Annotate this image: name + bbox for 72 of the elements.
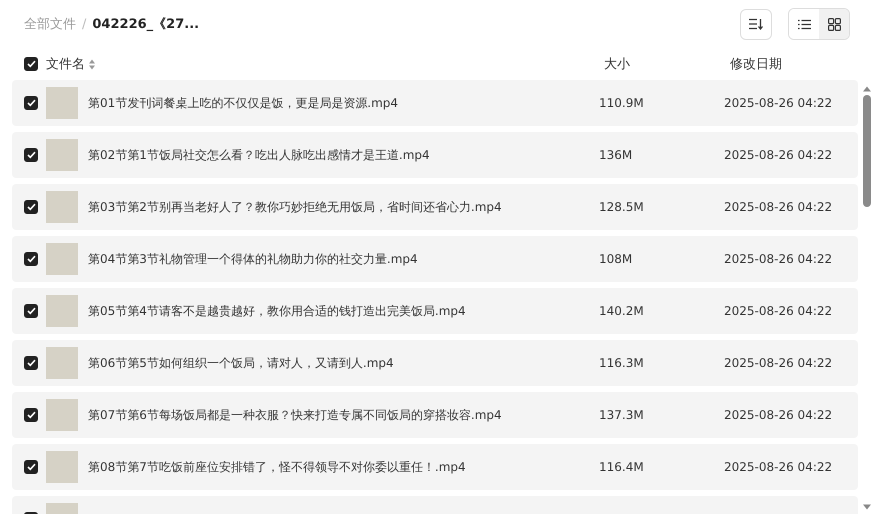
- video-thumbnail-placeholder: [46, 295, 78, 327]
- row-checkbox[interactable]: [24, 460, 38, 474]
- list-icon: [798, 18, 810, 30]
- file-row[interactable]: 第01节发刊词餐桌上吃的不仅仅是饭，更是局是资源.mp4 110.9M 2025-08-26 04:22: [12, 80, 858, 126]
- row-checkbox[interactable]: [24, 252, 38, 266]
- checkmark-icon: [26, 307, 36, 315]
- file-size: 116.4M: [599, 460, 644, 474]
- breadcrumb-separator: /: [82, 16, 86, 32]
- video-thumbnail-placeholder: [46, 347, 78, 379]
- file-row[interactable]: 第07节第6节每场饭局都是一种衣服？快来打造专属不同饭局的穿搭妆容.mp4 137.3M 2025-08-26 04:22: [12, 392, 858, 438]
- checkmark-icon: [26, 255, 36, 263]
- file-row[interactable]: 第05节第4节请客不是越贵越好，教你用合适的钱打造出完美饭局.mp4 140.2M 2025-08-26 04:22: [12, 288, 858, 334]
- file-name: 第03节第2节别再当老好人了？教你巧妙拒绝无用饭局，省时间还省心力.mp4: [88, 200, 502, 214]
- file-size: 110.9M: [599, 96, 644, 110]
- checkmark-icon: [26, 151, 36, 159]
- file-row[interactable]: 第08节第7节吃饭前座位安排错了，怪不得领导不对你委以重任！.mp4 116.4M 2025-08-26 04:22: [12, 444, 858, 490]
- row-checkbox[interactable]: [24, 356, 38, 370]
- file-size: 136M: [599, 148, 632, 162]
- file-size: 116.3M: [599, 356, 644, 370]
- modified-date: 2025-08-26 04:22: [724, 148, 832, 162]
- row-checkbox[interactable]: [24, 96, 38, 110]
- video-thumbnail-placeholder: [46, 243, 78, 275]
- file-size: 128.5M: [599, 200, 644, 214]
- row-checkbox[interactable]: [24, 200, 38, 214]
- checkmark-icon: [26, 463, 36, 471]
- checkmark-icon: [26, 99, 36, 107]
- modified-date: 2025-08-26 04:22: [724, 200, 832, 214]
- file-row[interactable]: 第04节第3节礼物管理一个得体的礼物助力你的社交力量.mp4 108M 2025-08-26 04:22: [12, 236, 858, 282]
- modified-date: 2025-08-26 04:22: [724, 460, 832, 474]
- modified-date: 2025-08-26 04:22: [724, 252, 832, 266]
- video-thumbnail-placeholder: [46, 399, 78, 431]
- column-header: 大小: [604, 56, 630, 73]
- scroll-up-icon[interactable]: [863, 86, 871, 92]
- modified-date: 2025-08-26 04:22: [724, 304, 832, 318]
- video-thumbnail-placeholder: [46, 191, 78, 223]
- file-row[interactable]: 第03节第2节别再当老好人了？教你巧妙拒绝无用饭局，省时间还省心力.mp4 128.5M 2025-08-26 04:22: [12, 184, 858, 230]
- modified-date: 2025-08-26 04:22: [724, 408, 832, 422]
- checkmark-icon: [26, 203, 36, 211]
- file-name: 第06节第5节如何组织一个饭局，请对人，又请到人.mp4: [88, 356, 394, 370]
- breadcrumb-current: 042226_《27...: [92, 16, 200, 33]
- grid-icon: [828, 18, 840, 30]
- file-size: 108M: [599, 252, 632, 266]
- sort-icon: [749, 18, 763, 30]
- file-name: 第07节第6节每场饭局都是一种衣服？快来打造专属不同饭局的穿搭妆容.mp4: [88, 408, 502, 422]
- file-size: 137.3M: [599, 408, 644, 422]
- file-name: 第08节第7节吃饭前座位安排错了，怪不得领导不对你委以重任！.mp4: [88, 460, 466, 474]
- video-thumbnail-placeholder: [46, 87, 78, 119]
- column-header: 修改日期: [730, 56, 782, 73]
- file-row[interactable]: 第06节第5节如何组织一个饭局，请对人，又请到人.mp4 116.3M 2025-08-26 04:22: [12, 340, 858, 386]
- modified-date: 2025-08-26 04:22: [724, 96, 832, 110]
- file-name: 第01节发刊词餐桌上吃的不仅仅是饭，更是局是资源.mp4: [88, 96, 398, 110]
- modified-date: 2025-08-26 04:22: [724, 356, 832, 370]
- row-checkbox[interactable]: [24, 148, 38, 162]
- video-thumbnail-placeholder: [46, 451, 78, 483]
- checkmark-icon: [26, 359, 36, 367]
- file-name: 第05节第4节请客不是越贵越好，教你用合适的钱打造出完美饭局.mp4: [88, 304, 466, 318]
- scroll-down-icon[interactable]: [863, 504, 871, 510]
- grid-view-button[interactable]: [819, 9, 849, 39]
- sort-arrows-icon[interactable]: [89, 58, 95, 70]
- column-header[interactable]: 文件名: [46, 55, 85, 73]
- row-checkbox[interactable]: [24, 304, 38, 318]
- sort-button[interactable]: [740, 8, 772, 40]
- file-row[interactable]: 第02节第1节饭局社交怎么看？吃出人脉吃出感情才是王道.mp4 136M 2025-08-26 04:22: [12, 132, 858, 178]
- video-thumbnail-placeholder: [46, 139, 78, 171]
- select-all-checkbox[interactable]: [24, 57, 38, 71]
- file-name: 第02节第1节饭局社交怎么看？吃出人脉吃出感情才是王道.mp4: [88, 148, 430, 162]
- scrollbar-thumb[interactable]: [863, 95, 871, 207]
- checkmark-icon: [26, 411, 36, 419]
- file-name: 第04节第3节礼物管理一个得体的礼物助力你的社交力量.mp4: [88, 252, 418, 266]
- file-size: 140.2M: [599, 304, 644, 318]
- row-checkbox[interactable]: [24, 408, 38, 422]
- checkmark-icon: [26, 60, 36, 68]
